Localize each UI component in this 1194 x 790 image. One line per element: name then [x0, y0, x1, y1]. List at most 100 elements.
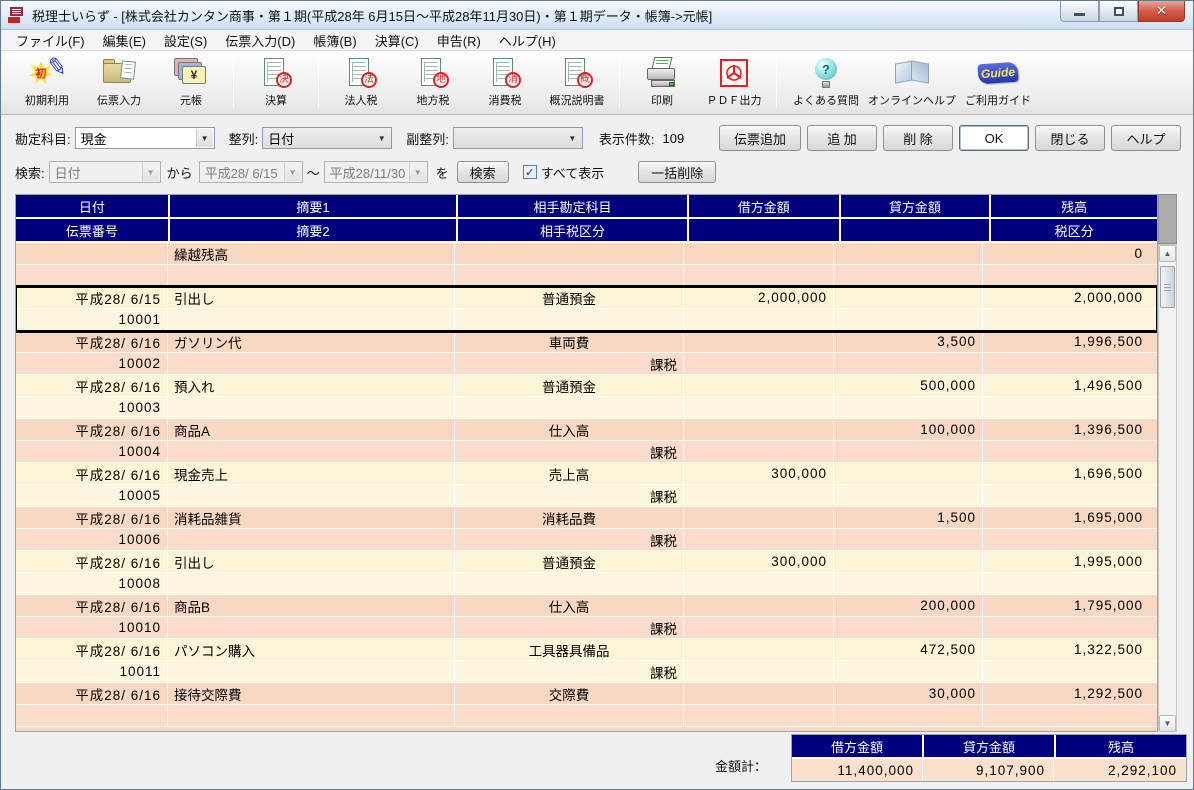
close-button[interactable]: ✕ — [1138, 1, 1185, 22]
memo2-cell — [168, 529, 455, 550]
search-button[interactable]: 検索 — [456, 161, 509, 183]
entry-line: 平成28/ 6/16 ガソリン代 車両費 3,500 1,996,500 — [16, 331, 1157, 353]
print-button[interactable]: 印刷 — [626, 51, 698, 114]
add-voucher-button[interactable]: 伝票追加 — [718, 125, 801, 151]
pdf-export-button[interactable]: ＰＤＦ出力 — [698, 51, 770, 114]
menu-item-7[interactable]: ヘルプ(H) — [490, 29, 565, 52]
pdf-export-label: ＰＤＦ出力 — [706, 95, 762, 107]
date-cell — [16, 243, 168, 264]
table-row[interactable]: 平成28/ 6/16 商品A 仕入高 100,000 1,396,500 10004 課税 — [16, 419, 1157, 463]
faq-button[interactable]: ? よくある質問 — [783, 51, 869, 114]
restore-button[interactable] — [1099, 1, 1138, 22]
voucher-entry-icon — [99, 56, 139, 90]
menu-item-6[interactable]: 申告(R) — [428, 29, 490, 52]
voucher-number-cell: 10004 — [16, 441, 168, 462]
account-cell: 仕入高 — [455, 595, 684, 616]
voucher-number-cell: 10003 — [16, 397, 168, 418]
ledger-table: 日付 摘要1 相手勘定科目 借方金額 貸方金額 残高 伝票番号 摘要2 相手税区分 税区分 繰越残… — [1, 191, 1193, 733]
date-to-combo[interactable]: 平成28/11/30 ▼ — [323, 161, 428, 183]
totals-header-cell: 貸方金額 — [924, 735, 1054, 757]
account-cell: 車両費 — [455, 331, 684, 352]
arrow-up-icon: ▲ — [1163, 249, 1172, 258]
chevron-down-icon: ▼ — [283, 163, 301, 181]
account-cell — [455, 243, 684, 264]
local-tax-label: 地方税 — [416, 95, 450, 107]
date-cell: 平成28/ 6/16 — [16, 595, 168, 616]
initial-setup-button[interactable]: 初 ✎ 初期利用 — [11, 51, 83, 114]
header-cell: 日付 — [16, 195, 168, 217]
credit-cell: 200,000 — [834, 595, 983, 616]
scroll-down-button[interactable]: ▼ — [1159, 715, 1176, 732]
local-tax-button[interactable]: 地地方税 — [397, 51, 469, 114]
corporate-tax-button[interactable]: 法法人税 — [325, 51, 397, 114]
tax-dist-cell — [983, 485, 1149, 506]
menu-item-1[interactable]: 編集(E) — [94, 29, 155, 52]
entry-line: 平成28/ 6/16 商品A 仕入高 100,000 1,396,500 — [16, 419, 1157, 441]
date-from-combo[interactable]: 平成28/ 6/15 ▼ — [198, 161, 303, 183]
subsort-label: 副整列: — [406, 131, 449, 147]
memo1-cell: ガソリン代 — [168, 331, 455, 352]
counter-tax-cell — [455, 705, 684, 726]
voucher-number-cell: 10011 — [16, 661, 168, 682]
header-cell: 税区分 — [991, 219, 1157, 241]
overview-statement-icon: 概 — [557, 56, 597, 90]
memo2-cell — [168, 661, 455, 682]
table-row[interactable]: 平成28/ 6/15 引出し 普通預金 2,000,000 2,000,000 10001 — [16, 285, 1157, 333]
subsort-combo[interactable]: ▼ — [452, 127, 583, 149]
totals-header-cell: 残高 — [1056, 735, 1186, 757]
counter-tax-cell — [455, 397, 684, 418]
voucher-number-cell — [16, 705, 168, 726]
header-cell — [840, 219, 990, 241]
table-row[interactable]: 平成28/ 6/16 接待交際費 交際費 30,000 1,292,500 — [16, 683, 1157, 727]
voucher-entry-button[interactable]: 伝票入力 — [83, 51, 155, 114]
add-row-button[interactable]: 追 加 — [807, 125, 877, 151]
bulk-delete-button[interactable]: 一括削除 — [638, 161, 717, 183]
header-cell — [688, 219, 839, 241]
memo2-cell — [168, 353, 455, 374]
counter-tax-cell — [455, 309, 684, 330]
scroll-up-button[interactable]: ▲ — [1159, 245, 1176, 262]
table-row[interactable]: 平成28/ 6/16 消耗品雑貨 消耗品費 1,500 1,695,000 10006 課税 — [16, 507, 1157, 551]
table-row[interactable]: 平成28/ 6/16 現金売上 売上高 300,000 1,696,500 10005 課税 — [16, 463, 1157, 507]
ok-button[interactable]: OK — [959, 125, 1029, 151]
memo2-cell — [168, 397, 455, 418]
menu-item-4[interactable]: 帳簿(B) — [304, 29, 365, 52]
help-button[interactable]: ヘルプ — [1111, 125, 1181, 151]
menu-item-5[interactable]: 決算(C) — [366, 29, 428, 52]
table-row[interactable]: 平成28/ 6/16 ガソリン代 車両費 3,500 1,996,500 10002 課税 — [16, 331, 1157, 375]
entry-line: 平成28/ 6/15 引出し 普通預金 2,000,000 2,000,000 — [16, 287, 1157, 309]
show-all-checkbox[interactable]: ✓ — [522, 165, 537, 179]
arrow-down-icon: ▼ — [1163, 719, 1172, 728]
account-combo[interactable]: 現金 ▼ — [74, 127, 215, 149]
online-help-button[interactable]: オンラインヘルプ — [868, 51, 956, 114]
table-row[interactable]: 平成28/ 6/16 パソコン購入 工具器具備品 472,500 1,322,500 10… — [16, 639, 1157, 683]
tax-dist-cell — [983, 265, 1149, 286]
sort-combo[interactable]: 日付 ▼ — [262, 127, 393, 149]
memo1-cell: 商品A — [168, 419, 455, 440]
scrollbar-thumb[interactable] — [1160, 266, 1175, 308]
user-guide-button[interactable]: Guide ご利用ガイド — [955, 51, 1041, 114]
header-corner — [1158, 194, 1177, 244]
close-button[interactable]: 閉じる — [1035, 125, 1105, 151]
ledger-button[interactable]: ¥ 元帳 — [155, 51, 227, 114]
memo1-cell: 預入れ — [168, 375, 455, 396]
menu-item-3[interactable]: 伝票入力(D) — [216, 29, 304, 52]
table-row[interactable]: 繰越残高 0 — [16, 243, 1157, 287]
restore-icon — [1113, 6, 1124, 16]
menu-item-0[interactable]: ファイル(F) — [7, 29, 94, 52]
delete-row-button[interactable]: 削 除 — [883, 125, 953, 151]
vertical-scrollbar[interactable]: ▲ ▼ — [1158, 244, 1177, 733]
search-field-combo[interactable]: 日付 ▼ — [48, 161, 161, 183]
tax-dist-cell — [983, 397, 1149, 418]
overview-statement-button[interactable]: 概概況説明書 — [541, 51, 613, 114]
minimize-button[interactable] — [1060, 1, 1099, 22]
table-row[interactable]: 平成28/ 6/16 商品B 仕入高 200,000 1,795,000 10010 課税 — [16, 595, 1157, 639]
settlement-button[interactable]: 決決算 — [240, 51, 312, 114]
menu-item-2[interactable]: 設定(S) — [155, 29, 216, 52]
table-row[interactable]: 平成28/ 6/16 預入れ 普通預金 500,000 1,496,500 10003 — [16, 375, 1157, 419]
table-row[interactable]: 平成28/ 6/16 引出し 普通預金 300,000 1,995,000 10008 — [16, 551, 1157, 595]
counter-tax-cell: 課税 — [455, 353, 684, 374]
account-cell: 仕入高 — [455, 419, 684, 440]
memo1-cell: パソコン購入 — [168, 639, 455, 660]
consumption-tax-button[interactable]: 消消費税 — [469, 51, 541, 114]
